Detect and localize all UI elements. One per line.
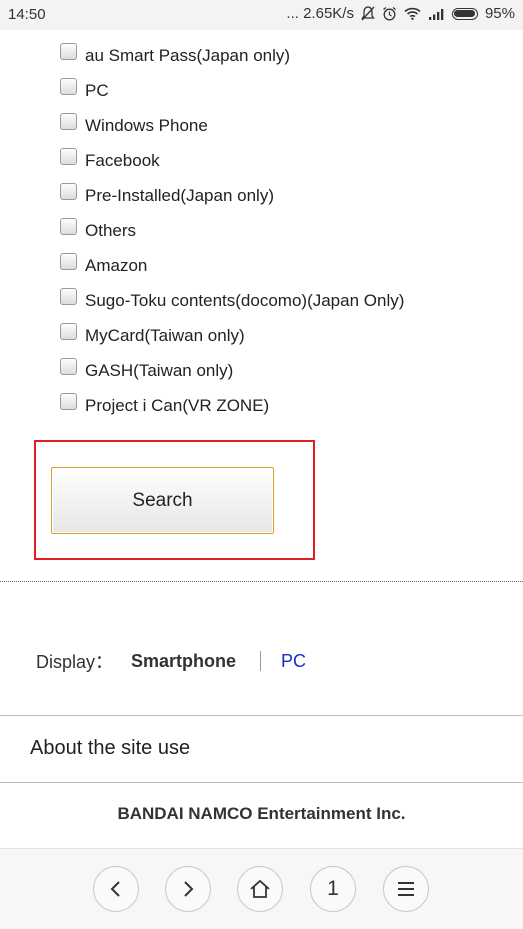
checkbox[interactable]	[60, 113, 77, 130]
checkbox-label: au Smart Pass(Japan only)	[85, 46, 291, 65]
checkbox-row[interactable]: Windows Phone	[60, 110, 404, 145]
checkbox-row[interactable]: Amazon	[60, 250, 404, 285]
company-name: BANDAI NAMCO Entertainment Inc.	[117, 804, 406, 823]
home-button[interactable]	[237, 866, 283, 912]
forward-button[interactable]	[165, 866, 211, 912]
checkbox[interactable]	[60, 148, 77, 165]
dotted-divider	[0, 581, 523, 582]
about-site-link[interactable]: About the site use	[30, 737, 190, 760]
alarm-icon	[382, 6, 397, 21]
checkbox-label: MyCard(Taiwan only)	[85, 326, 245, 345]
checkbox-row[interactable]: Others	[60, 215, 404, 250]
checkbox-row[interactable]: au Smart Pass(Japan only)	[60, 40, 404, 75]
tab-count: 1	[327, 877, 339, 900]
display-divider	[260, 651, 262, 671]
display-pc-link[interactable]: PC	[281, 651, 306, 672]
menu-button[interactable]	[383, 866, 429, 912]
checkbox[interactable]	[60, 253, 77, 270]
display-label: Display：	[36, 652, 114, 672]
status-time: 14:50	[8, 6, 46, 23]
checkbox-row[interactable]: Facebook	[60, 145, 404, 180]
checkbox-row[interactable]: Sugo-Toku contents(docomo)(Japan Only)	[60, 285, 404, 320]
footer-divider-bottom	[0, 782, 523, 783]
checkbox[interactable]	[60, 288, 77, 305]
checkbox[interactable]	[60, 218, 77, 235]
notifications-off-icon	[361, 6, 375, 21]
tabs-button[interactable]: 1	[310, 866, 356, 912]
search-button[interactable]: Search	[51, 467, 274, 534]
checkbox-label: Pre-Installed(Japan only)	[85, 186, 274, 205]
checkbox-label: GASH(Taiwan only)	[85, 361, 234, 380]
checkbox[interactable]	[60, 358, 77, 375]
wifi-icon	[404, 7, 421, 20]
checkbox-row[interactable]: PC	[60, 75, 404, 110]
checkbox-label: Facebook	[85, 151, 160, 170]
checkbox-row[interactable]: Project i Can(VR ZONE)	[60, 390, 404, 425]
checkbox-row[interactable]: GASH(Taiwan only)	[60, 355, 404, 390]
checkbox-row[interactable]: Pre-Installed(Japan only)	[60, 180, 404, 215]
checkbox-label: Project i Can(VR ZONE)	[85, 396, 270, 415]
checkbox[interactable]	[60, 323, 77, 340]
checkbox-label: PC	[85, 81, 109, 100]
network-speed: ... 2.65K/s	[286, 5, 354, 22]
menu-icon	[398, 882, 414, 896]
checkbox-label: Sugo-Toku contents(docomo)(Japan Only)	[85, 291, 405, 310]
checkbox[interactable]	[60, 393, 77, 410]
checkbox-row[interactable]: MyCard(Taiwan only)	[60, 320, 404, 355]
browser-nav-bar: 1	[0, 848, 523, 929]
battery-percent: 95%	[484, 5, 515, 22]
checkbox[interactable]	[60, 78, 77, 95]
footer-divider-top	[0, 715, 523, 716]
battery-icon	[451, 7, 478, 20]
signal-icon	[428, 8, 445, 20]
display-smartphone: Smartphone	[131, 650, 237, 671]
home-icon	[250, 879, 270, 898]
checkbox[interactable]	[60, 183, 77, 200]
checkbox[interactable]	[60, 43, 77, 60]
chevron-right-icon	[184, 881, 194, 897]
back-button[interactable]	[93, 866, 139, 912]
chevron-left-icon	[110, 881, 120, 897]
platform-checkbox-list: au Smart Pass(Japan only) PC Windows Phone…	[60, 40, 404, 425]
display-switcher: Display： Smartphone PC	[36, 648, 306, 674]
checkbox-label: Windows Phone	[85, 116, 208, 135]
status-bar: 14:50 ... 2.65K/s 95%	[0, 0, 523, 30]
checkbox-label: Amazon	[85, 256, 148, 275]
checkbox-label: Others	[85, 221, 137, 240]
status-icons: ... 2.65K/s 95%	[286, 5, 515, 22]
